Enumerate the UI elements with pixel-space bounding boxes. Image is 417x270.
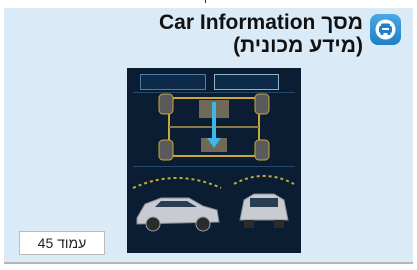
- car-information-screen-image: [127, 68, 301, 253]
- screen-tab-left: [140, 74, 206, 90]
- page-number-label: עמוד 45: [19, 231, 105, 255]
- screen-divider-middle: [133, 166, 295, 167]
- title-line-1: מסך Car Information: [159, 11, 363, 34]
- screen-tab-right: [214, 74, 279, 90]
- title-line-2: (מידע מכונית): [233, 34, 363, 57]
- page-edge-marker: [205, 0, 206, 3]
- car-rear-view-icon: [233, 175, 295, 228]
- car-side-view-icon: [132, 177, 222, 232]
- chassis-diagram-icon: [158, 93, 270, 161]
- car-info-icon: [370, 14, 401, 45]
- page-title: מסך Car Information (מידע מכונית): [159, 11, 363, 57]
